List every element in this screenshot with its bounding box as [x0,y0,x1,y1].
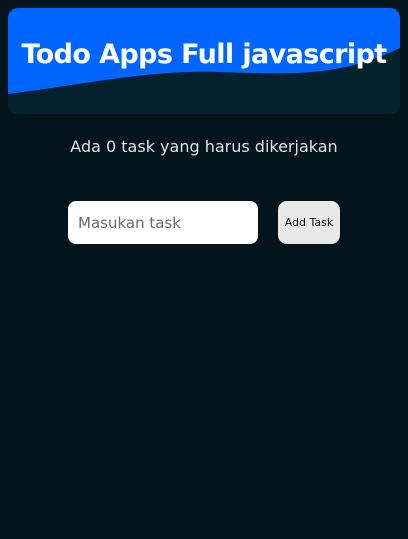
task-count-text: Ada 0 task yang harus dikerjakan [70,137,338,156]
page-title: Todo Apps Full javascript [21,39,387,70]
add-task-button[interactable]: Add Task [278,201,340,244]
task-input[interactable] [68,201,258,244]
header-banner: Todo Apps Full javascript [8,8,400,114]
